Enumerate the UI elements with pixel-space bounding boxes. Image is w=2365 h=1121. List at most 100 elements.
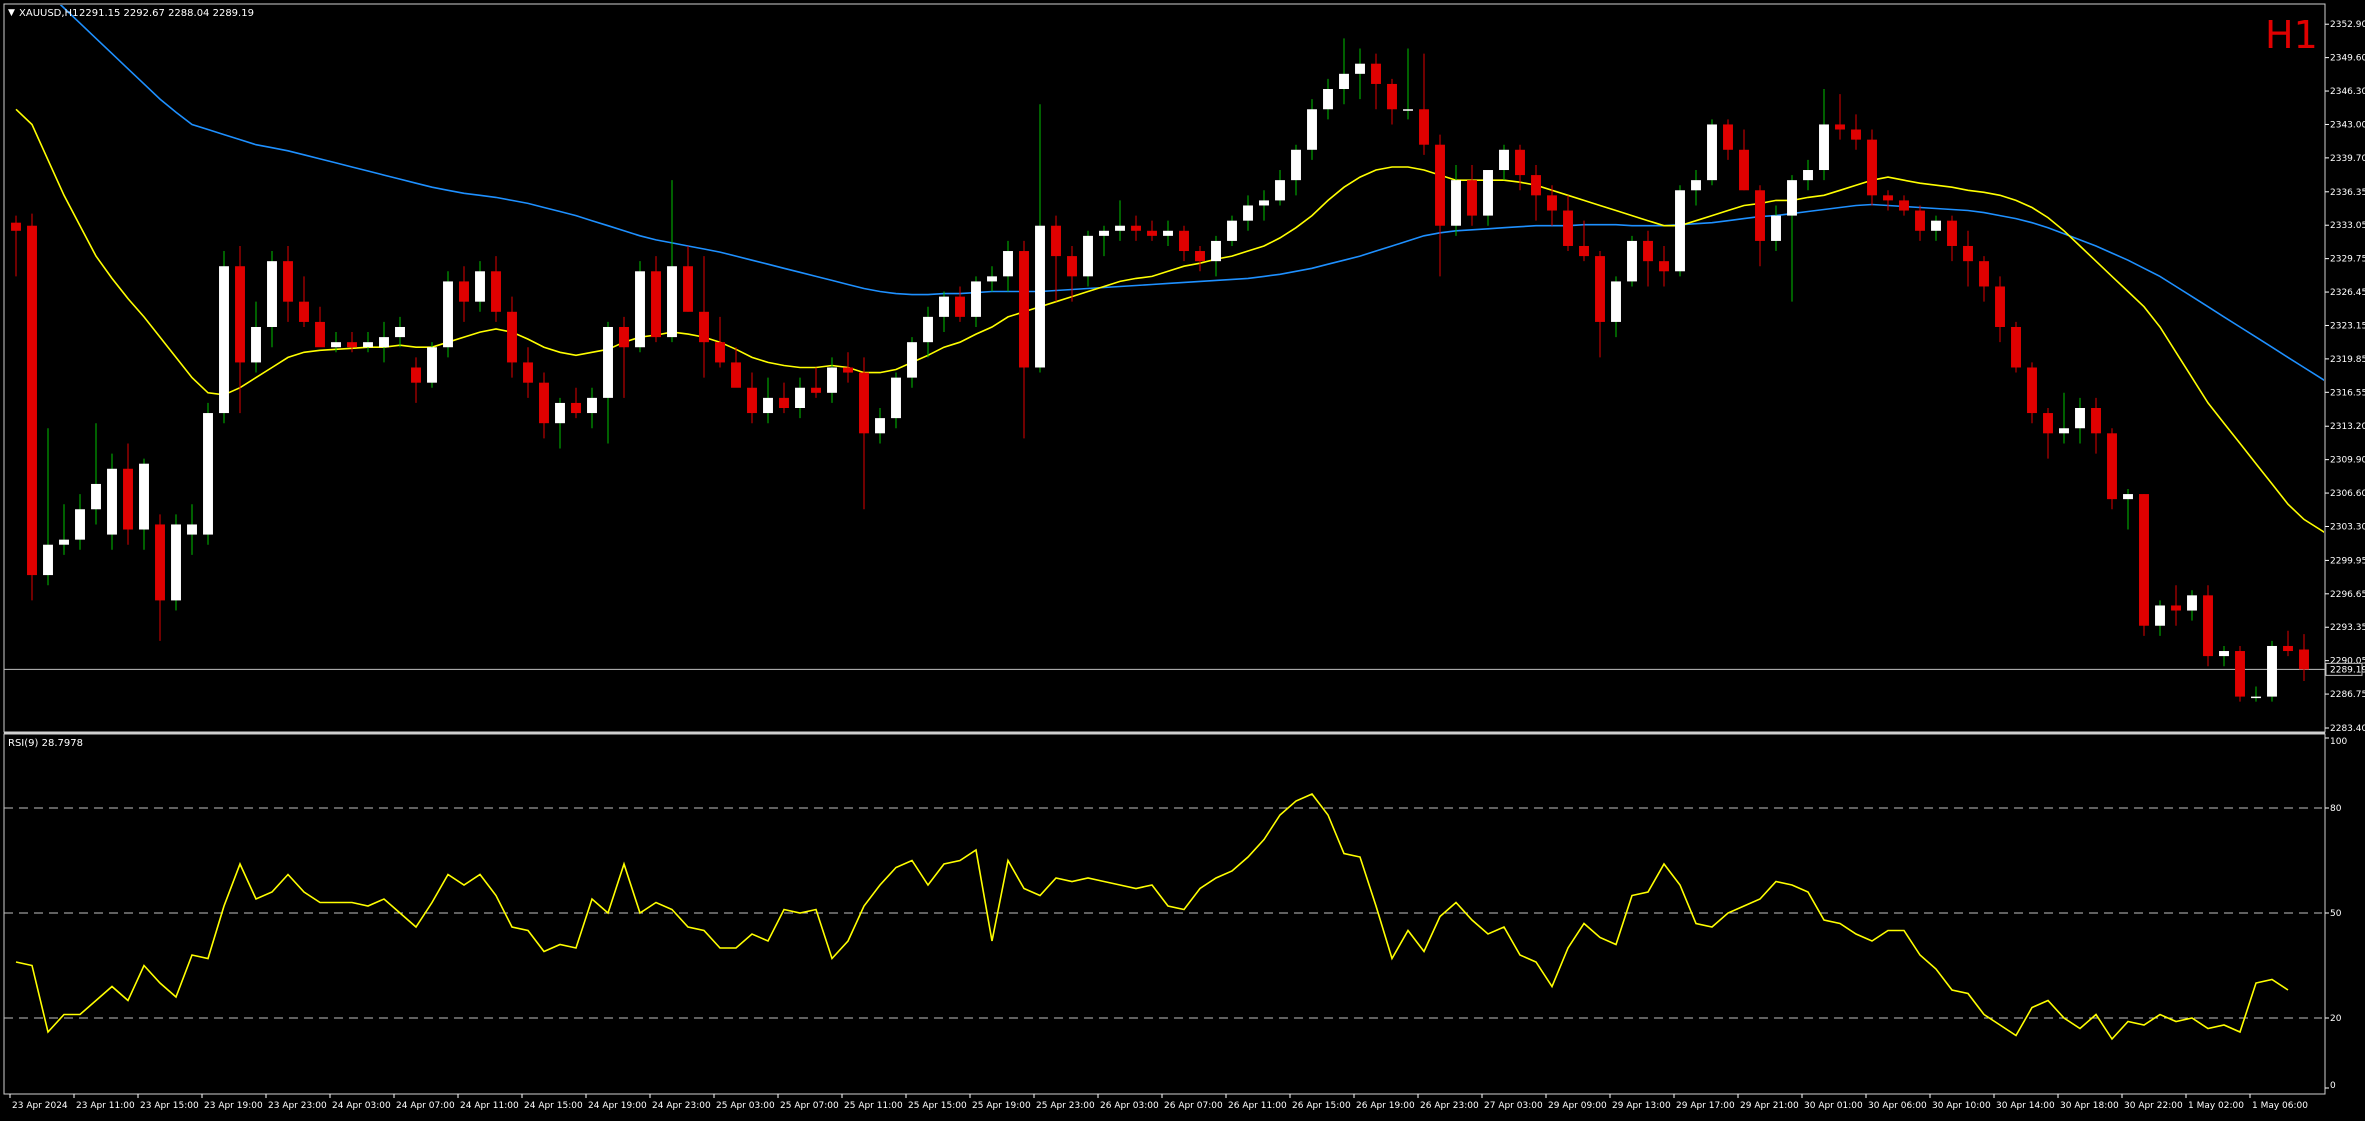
candle-body	[1627, 240, 1637, 282]
price-tick-label: 2306.60	[2330, 489, 2365, 499]
candle-body	[1835, 124, 1845, 130]
candle	[907, 337, 917, 388]
candle-body	[1691, 180, 1701, 191]
candle-body	[1803, 170, 1813, 181]
candle	[2075, 397, 2085, 444]
candle	[43, 428, 53, 586]
candle-body	[1755, 190, 1765, 241]
candle-body	[299, 301, 309, 322]
candle-body	[315, 321, 325, 348]
rsi-tick-label: 50	[2330, 909, 2342, 919]
candle-body	[971, 281, 981, 317]
candle-body	[731, 362, 741, 388]
candle-body	[1355, 63, 1365, 74]
candle-body	[1467, 180, 1477, 216]
candle	[523, 347, 533, 398]
candle-body	[2283, 645, 2293, 652]
timeframe-badge: H1	[2265, 13, 2318, 57]
candle-body	[443, 281, 453, 348]
candle	[459, 266, 469, 322]
candle	[875, 408, 885, 444]
candle	[1803, 159, 1813, 191]
candle-body	[1899, 200, 1909, 211]
candle-body	[1323, 89, 1333, 110]
candle	[555, 397, 565, 449]
price-tick-label: 2349.60	[2330, 54, 2365, 64]
candle	[1595, 251, 1605, 358]
candle	[827, 357, 837, 403]
candle	[1915, 205, 1925, 241]
candle	[1851, 114, 1861, 150]
time-tick-label: 29 Apr 09:00	[1548, 1101, 1607, 1111]
time-tick-label: 30 Apr 01:00	[1804, 1101, 1863, 1111]
candle-body	[1675, 190, 1685, 272]
rsi-line	[15, 793, 2289, 1041]
candle	[923, 306, 933, 358]
candle-body	[1819, 124, 1829, 171]
candle	[1067, 245, 1077, 302]
candle	[1611, 276, 1621, 338]
candle-body	[715, 342, 725, 363]
candle	[2139, 494, 2149, 636]
candle	[1451, 164, 1461, 236]
symbol-dropdown-icon[interactable]: ▼	[8, 8, 15, 18]
candle-body	[1787, 180, 1797, 216]
candle-body	[1259, 200, 1269, 206]
candle	[2219, 645, 2229, 667]
candle-body	[283, 261, 293, 302]
candle-body	[107, 468, 117, 535]
time-tick-label: 26 Apr 19:00	[1356, 1101, 1415, 1111]
candle-body	[2235, 651, 2245, 697]
rsi-tick-label: 100	[2330, 737, 2347, 747]
candle	[1707, 119, 1717, 186]
candle-body	[1979, 261, 1989, 287]
time-tick-label: 24 Apr 11:00	[460, 1101, 519, 1111]
candle-body	[27, 225, 37, 576]
candle	[1163, 220, 1173, 246]
price-tick-label: 2293.35	[2330, 623, 2365, 633]
candle-body	[2043, 413, 2053, 434]
candle	[795, 377, 805, 419]
price-tick-label: 2309.90	[2330, 456, 2365, 466]
candle-body	[2027, 367, 2037, 414]
rsi-tick-label: 20	[2330, 1014, 2342, 1024]
candle	[187, 504, 197, 555]
candle-body	[91, 483, 101, 510]
candle	[379, 321, 389, 363]
candle-body	[1531, 175, 1541, 196]
candle-body	[923, 316, 933, 343]
candle-body	[667, 266, 677, 338]
candle	[1931, 215, 1941, 241]
price-tick-label: 2326.45	[2330, 288, 2365, 298]
candle	[1339, 38, 1349, 105]
candle	[955, 286, 965, 322]
candle	[1979, 256, 1989, 302]
time-tick-label: 24 Apr 07:00	[396, 1101, 455, 1111]
candle	[1467, 164, 1477, 226]
time-tick-label: 25 Apr 03:00	[716, 1101, 775, 1111]
candle	[1771, 205, 1781, 252]
price-tick-label: 2316.55	[2330, 388, 2365, 398]
candle	[587, 387, 597, 429]
time-tick-label: 29 Apr 21:00	[1740, 1101, 1799, 1111]
candle	[2171, 585, 2181, 626]
main-pane-frame	[3, 3, 2326, 733]
candle	[1131, 215, 1141, 241]
candle-body	[267, 261, 277, 327]
candle	[1963, 230, 1973, 287]
time-tick-label: 1 May 06:00	[2252, 1101, 2308, 1111]
candle-body	[635, 271, 645, 348]
candle-body	[2219, 651, 2229, 657]
candle	[235, 245, 245, 414]
candle	[1403, 48, 1413, 120]
candle-body	[1771, 215, 1781, 241]
candle-body	[843, 367, 853, 373]
candle-body	[1451, 180, 1461, 226]
candle-body	[1099, 230, 1109, 236]
candle	[1659, 245, 1669, 287]
rsi-tick-label: 0	[2330, 1081, 2336, 1091]
candle	[267, 251, 277, 348]
candle	[155, 514, 165, 641]
chart-canvas: 2352.90 2349.60 2346.30 2343.00 2339.70 2336.…	[3, 3, 2365, 1111]
candle-body	[347, 342, 357, 348]
